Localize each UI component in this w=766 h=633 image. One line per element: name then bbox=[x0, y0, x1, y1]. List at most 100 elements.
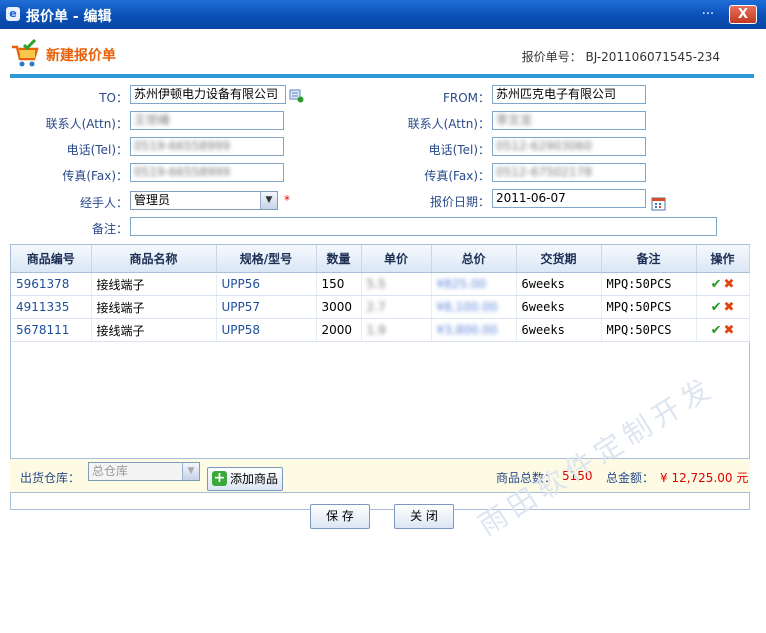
row-remark-cell[interactable]: MPQ:50PCS bbox=[601, 318, 697, 342]
column-header[interactable]: 交货期 bbox=[516, 245, 602, 273]
attn-value-left: 王世峰 bbox=[134, 113, 171, 127]
product-name: 接线端子 bbox=[91, 318, 217, 342]
quantity-cell[interactable]: 2000 bbox=[316, 318, 362, 342]
row-remark-cell[interactable]: MPQ:50PCS bbox=[601, 295, 697, 319]
required-mark: * bbox=[284, 193, 290, 207]
delivery-cell[interactable]: 6weeks bbox=[516, 295, 602, 319]
product-name: 接线端子 bbox=[91, 295, 217, 319]
to-label: TO： bbox=[99, 91, 128, 105]
delivery-cell[interactable]: 6weeks bbox=[516, 272, 602, 296]
product-code[interactable]: 5678111 bbox=[11, 318, 92, 342]
fax-label-right: 传真(Fax)： bbox=[424, 169, 490, 183]
window-titlebar: e 报价单 - 编辑 ... X bbox=[0, 0, 766, 29]
add-product-label: 添加商品 bbox=[230, 472, 279, 486]
close-button[interactable]: 关 闭 bbox=[394, 504, 454, 529]
chevron-down-icon[interactable]: ▼ bbox=[182, 463, 199, 480]
remark-field[interactable] bbox=[130, 217, 717, 236]
fax-label-left: 传真(Fax)： bbox=[62, 169, 128, 183]
delivery-cell[interactable]: 6weeks bbox=[516, 318, 602, 342]
column-header[interactable]: 规格/型号 bbox=[216, 245, 317, 273]
unit-price-cell[interactable]: 5.5 bbox=[361, 272, 432, 296]
header-divider bbox=[10, 74, 754, 78]
column-header[interactable]: 单价 bbox=[361, 245, 432, 273]
minimize-button[interactable]: ... bbox=[700, 4, 716, 22]
fax-field-right[interactable]: 0512-67502178 bbox=[492, 163, 646, 182]
window-title: 报价单 - 编辑 bbox=[26, 9, 112, 25]
total-price-cell: ¥3,800.00 bbox=[431, 318, 517, 342]
attn-field-right[interactable]: 李文龙 bbox=[492, 111, 646, 130]
unit-price-cell[interactable]: 1.9 bbox=[361, 318, 432, 342]
total-amount-value: ¥ 12,725.00 元 bbox=[660, 471, 749, 485]
remark-label: 备注： bbox=[91, 222, 128, 236]
quantity-cell[interactable]: 3000 bbox=[316, 295, 362, 319]
check-icon[interactable]: ✔ bbox=[711, 300, 722, 315]
row-remark-cell[interactable]: MPQ:50PCS bbox=[601, 272, 697, 296]
tel-field-left[interactable]: 0519-66558999 bbox=[130, 137, 284, 156]
check-icon[interactable]: ✔ bbox=[711, 323, 722, 338]
handler-select[interactable]: 管理员 ▼ bbox=[130, 191, 278, 210]
product-code[interactable]: 5961378 bbox=[11, 272, 92, 296]
quote-number: 报价单号： BJ-201106071545-234 bbox=[522, 48, 720, 65]
ie-icon: e bbox=[6, 7, 20, 21]
attn-value-right: 李文龙 bbox=[496, 113, 533, 127]
warehouse-label: 出货仓库： bbox=[20, 471, 81, 485]
column-header[interactable]: 总价 bbox=[431, 245, 517, 273]
quote-number-value: BJ-201106071545-234 bbox=[585, 50, 720, 64]
attn-label-right: 联系人(Attn)： bbox=[407, 117, 490, 131]
calendar-icon[interactable] bbox=[651, 196, 666, 211]
customer-picker-icon[interactable] bbox=[289, 88, 304, 103]
delete-icon[interactable]: ✖ bbox=[724, 300, 735, 315]
product-model: UPP57 bbox=[216, 295, 317, 319]
table-row[interactable]: 5678111 接线端子 UPP58 2000 1.9 ¥3,800.00 6w… bbox=[11, 318, 750, 342]
plus-icon: + bbox=[212, 470, 227, 486]
page-title: 新建报价单 bbox=[46, 48, 116, 64]
table-row[interactable]: 4911335 接线端子 UPP57 3000 2.7 ¥8,100.00 6w… bbox=[11, 295, 750, 319]
fax-value-right: 0512-67502178 bbox=[496, 165, 592, 179]
total-price-cell: ¥8,100.00 bbox=[431, 295, 517, 319]
warehouse-select[interactable]: 总仓库 ▼ bbox=[88, 462, 200, 481]
from-field[interactable]: 苏州匹克电子有限公司 bbox=[492, 85, 646, 104]
close-window-button[interactable]: X bbox=[729, 5, 757, 24]
column-header[interactable]: 商品名称 bbox=[91, 245, 217, 273]
chevron-down-icon[interactable]: ▼ bbox=[260, 192, 277, 209]
column-header[interactable]: 商品编号 bbox=[11, 245, 92, 273]
product-code[interactable]: 4911335 bbox=[11, 295, 92, 319]
tel-value-left: 0519-66558999 bbox=[134, 139, 230, 153]
quantity-cell[interactable]: 150 bbox=[316, 272, 362, 296]
attn-field-left[interactable]: 王世峰 bbox=[130, 111, 284, 130]
delete-icon[interactable]: ✖ bbox=[724, 323, 735, 338]
grid-footer: 出货仓库： 总仓库 ▼ + 添加商品 商品总数： 5150 总金额： ¥ 12,… bbox=[10, 458, 750, 493]
handler-label: 经手人： bbox=[79, 196, 128, 210]
check-icon[interactable]: ✔ bbox=[711, 277, 722, 292]
table-row[interactable]: 5961378 接线端子 UPP56 150 5.5 ¥825.00 6week… bbox=[11, 272, 750, 296]
tel-label-right: 电话(Tel)： bbox=[428, 143, 490, 157]
from-label: FROM： bbox=[442, 91, 490, 105]
total-amount-label: 总金额： bbox=[606, 471, 655, 485]
row-actions: ✔ ✖ bbox=[696, 295, 750, 319]
add-product-button[interactable]: + 添加商品 bbox=[207, 467, 283, 491]
product-model: UPP56 bbox=[216, 272, 317, 296]
product-model: UPP58 bbox=[216, 318, 317, 342]
to-field[interactable]: 苏州伊顿电力设备有限公司 bbox=[130, 85, 286, 104]
tel-value-right: 0512-62903060 bbox=[496, 139, 592, 153]
fax-value-left: 0519-66558999 bbox=[134, 165, 230, 179]
tel-field-right[interactable]: 0512-62903060 bbox=[492, 137, 646, 156]
delete-icon[interactable]: ✖ bbox=[724, 277, 735, 292]
column-header[interactable]: 备注 bbox=[601, 245, 697, 273]
column-header: 操作 bbox=[696, 245, 750, 273]
column-header[interactable]: 数量 bbox=[316, 245, 362, 273]
product-name: 接线端子 bbox=[91, 272, 217, 296]
shopping-cart-icon bbox=[12, 39, 39, 67]
row-actions: ✔ ✖ bbox=[696, 272, 750, 296]
tel-label-left: 电话(Tel)： bbox=[66, 143, 128, 157]
date-field[interactable]: 2011-06-07 bbox=[492, 189, 646, 208]
product-table: 商品编号 商品名称 规格/型号 数量 单价 总价 交货期 备注 操作 59613… bbox=[11, 245, 750, 342]
handler-value: 管理员 bbox=[134, 193, 171, 207]
attn-label-left: 联系人(Attn)： bbox=[45, 117, 128, 131]
page-header: 新建报价单 报价单号： BJ-201106071545-234 bbox=[0, 29, 766, 81]
date-label: 报价日期： bbox=[429, 195, 490, 209]
unit-price-cell[interactable]: 2.7 bbox=[361, 295, 432, 319]
warehouse-value: 总仓库 bbox=[92, 464, 129, 478]
save-button[interactable]: 保 存 bbox=[310, 504, 370, 529]
fax-field-left[interactable]: 0519-66558999 bbox=[130, 163, 284, 182]
